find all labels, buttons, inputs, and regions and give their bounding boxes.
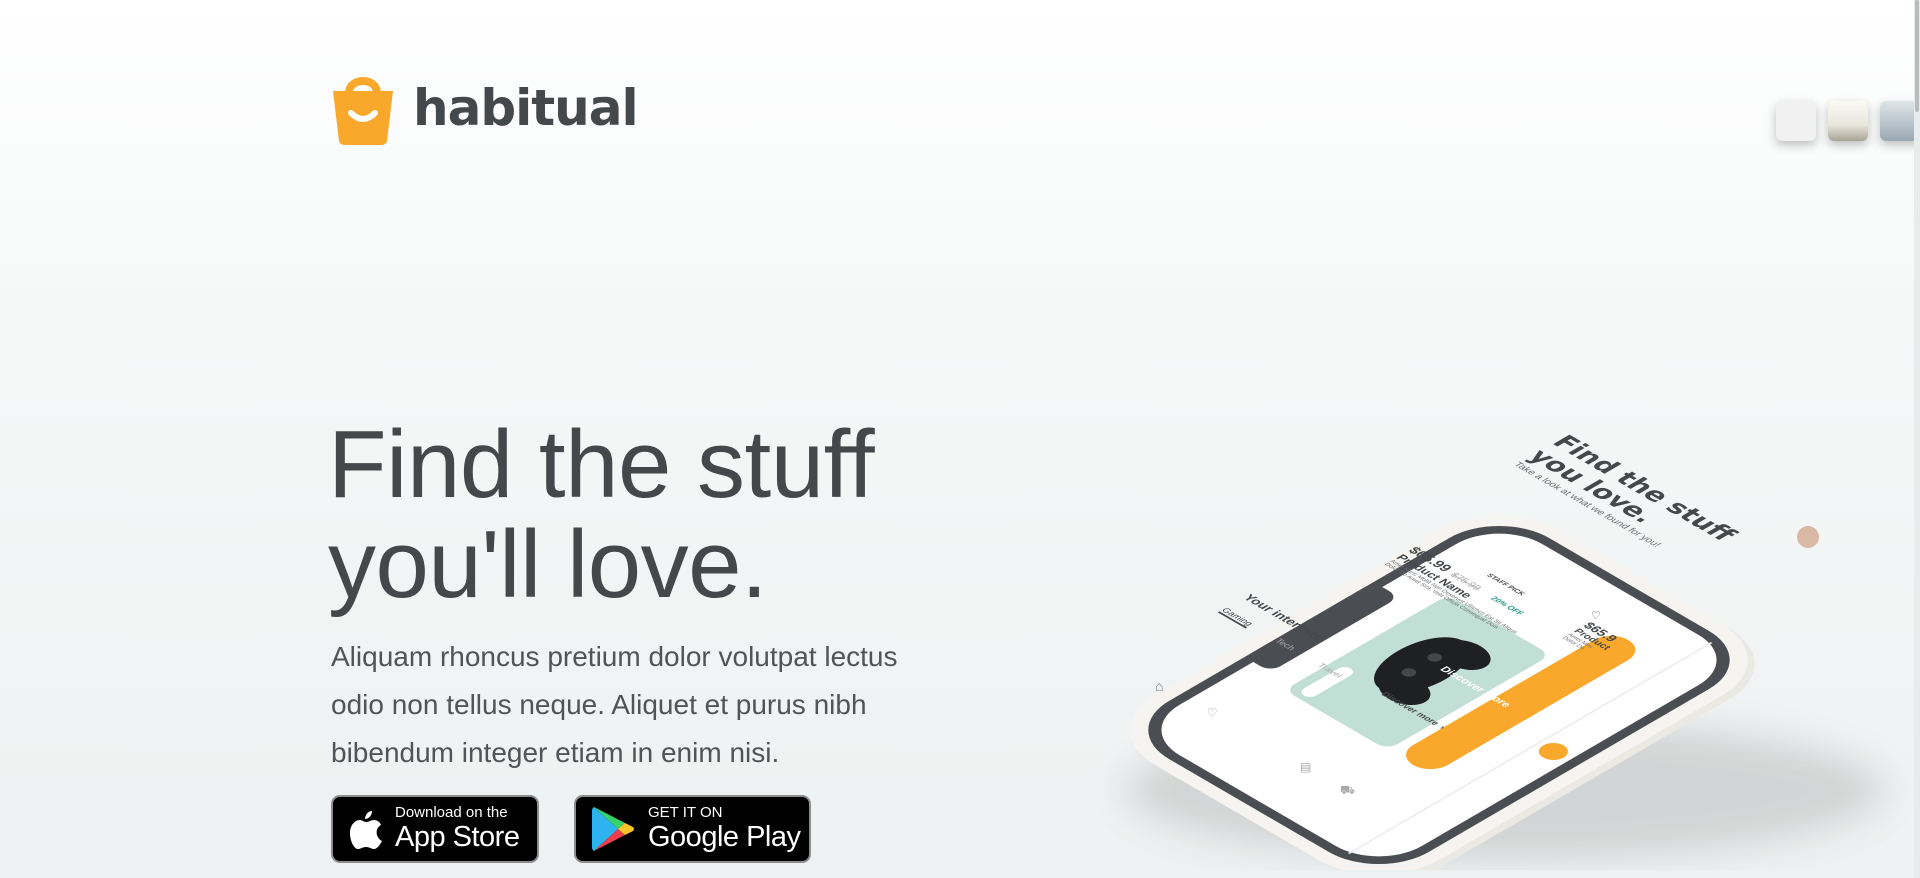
- googleplay-big-label: Google Play: [648, 821, 801, 853]
- apple-icon: [350, 811, 382, 849]
- brand-name: habitual: [413, 79, 639, 137]
- brand-logo[interactable]: habitual: [331, 71, 639, 145]
- scrollbar[interactable]: [1914, 0, 1920, 878]
- headline-line-2: you'll love.: [328, 511, 768, 618]
- googleplay-small-label: GET IT ON: [648, 804, 723, 821]
- landing-page: habitual Find the stuff you'll love. Ali…: [0, 0, 1920, 878]
- thumbnail-strip: [1776, 101, 1920, 141]
- hero-headline: Find the stuff you'll love.: [328, 415, 968, 615]
- cart-icon[interactable]: ⛟: [1340, 783, 1355, 799]
- heart-icon[interactable]: ♡: [1591, 609, 1601, 622]
- appstore-small-label: Download on the: [395, 804, 508, 821]
- google-play-icon: [592, 807, 634, 851]
- shopping-bag-icon: [333, 77, 393, 145]
- heart-icon[interactable]: ♡: [1207, 706, 1218, 720]
- appstore-big-label: App Store: [395, 821, 520, 853]
- headline-line-1: Find the stuff: [328, 411, 875, 518]
- thumbnail[interactable]: [1828, 101, 1868, 141]
- avatar[interactable]: [1797, 526, 1819, 548]
- home-icon[interactable]: ⌂: [1155, 678, 1163, 694]
- search-icon[interactable]: ⚲: [1248, 728, 1257, 742]
- scrollbar-thumb[interactable]: [1915, 0, 1919, 112]
- google-play-button[interactable]: GET IT ON Google Play: [574, 795, 811, 863]
- hero-description: Aliquam rhoncus pretium dolor volutpat l…: [331, 641, 898, 768]
- receipt-icon[interactable]: ▤: [1300, 760, 1311, 774]
- phone-mockup: Find the stuff you love. Take a look at …: [1085, 370, 1920, 870]
- thumbnail[interactable]: [1776, 101, 1816, 141]
- app-store-button[interactable]: Download on the App Store: [331, 795, 539, 863]
